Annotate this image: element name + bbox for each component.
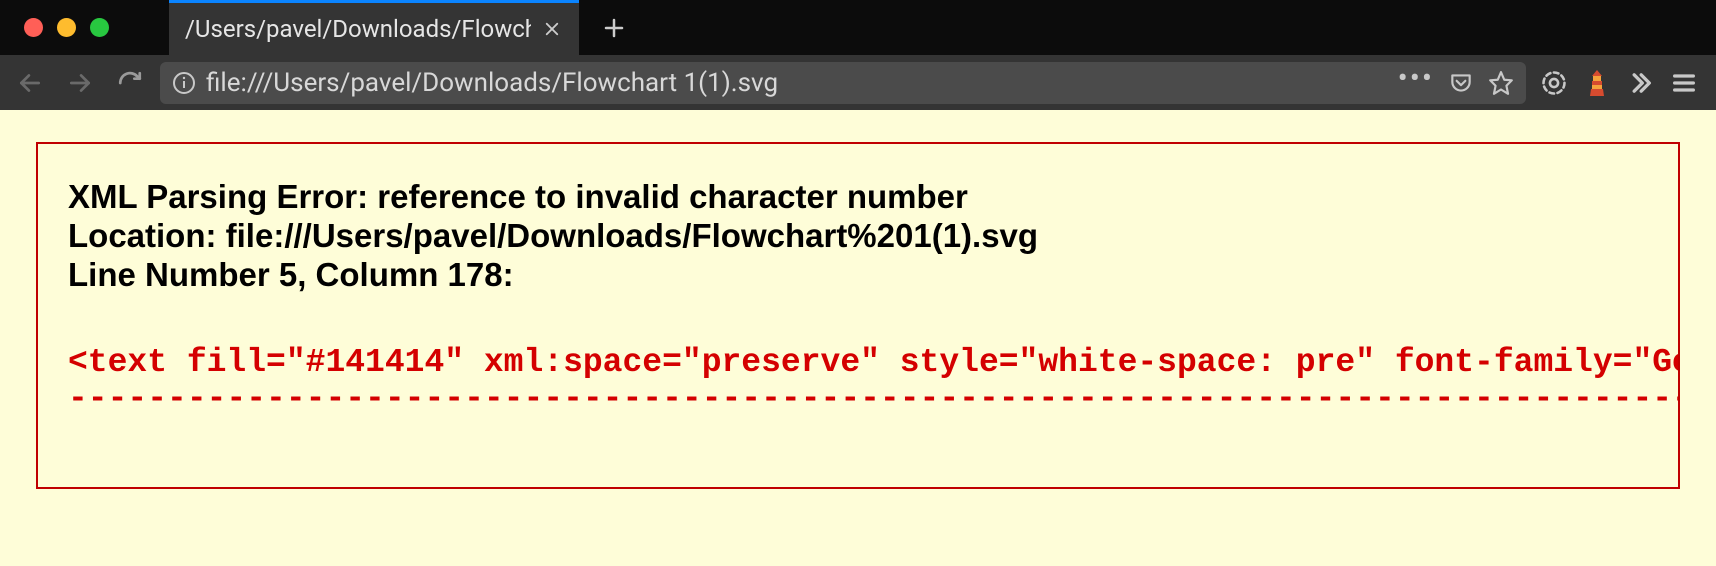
back-button[interactable] — [10, 63, 50, 103]
toolbar-right — [1536, 68, 1706, 98]
error-line-2: Location: file:///Users/pavel/Downloads/… — [68, 217, 1038, 254]
app-menu-icon[interactable] — [1670, 69, 1698, 97]
new-tab-button[interactable] — [597, 11, 631, 45]
site-info-icon[interactable] — [172, 71, 196, 95]
toolbar: file:///Users/pavel/Downloads/Flowchart … — [0, 55, 1716, 110]
error-code-line: <text fill="#141414" xml:space="preserve… — [68, 344, 1680, 381]
error-heading: XML Parsing Error: reference to invalid … — [68, 178, 1648, 295]
overflow-chevron-icon[interactable] — [1626, 69, 1654, 97]
page-content: XML Parsing Error: reference to invalid … — [0, 110, 1716, 489]
titlebar: /Users/pavel/Downloads/Flowchart% — [0, 0, 1716, 55]
pocket-icon[interactable] — [1448, 70, 1474, 96]
browser-tab[interactable]: /Users/pavel/Downloads/Flowchart% — [169, 0, 579, 55]
close-window-button[interactable] — [24, 18, 43, 37]
extension-lighthouse-icon[interactable] — [1584, 68, 1610, 98]
minimize-window-button[interactable] — [57, 18, 76, 37]
bookmark-star-icon[interactable] — [1488, 70, 1514, 96]
error-line-3: Line Number 5, Column 178: — [68, 256, 514, 293]
url-bar[interactable]: file:///Users/pavel/Downloads/Flowchart … — [160, 62, 1526, 104]
extension-ublock-icon[interactable] — [1540, 69, 1568, 97]
window-controls — [0, 18, 109, 37]
url-actions: ••• — [1398, 70, 1514, 96]
tab-title: /Users/pavel/Downloads/Flowchart% — [185, 15, 531, 43]
error-line-1: XML Parsing Error: reference to invalid … — [68, 178, 968, 215]
forward-button[interactable] — [60, 63, 100, 103]
error-dash-line: ----------------------------------------… — [68, 380, 1680, 417]
maximize-window-button[interactable] — [90, 18, 109, 37]
reload-button[interactable] — [110, 63, 150, 103]
xml-error-box: XML Parsing Error: reference to invalid … — [36, 142, 1680, 489]
error-source: <text fill="#141414" xml:space="preserve… — [68, 345, 1648, 418]
url-text: file:///Users/pavel/Downloads/Flowchart … — [206, 68, 1388, 98]
close-tab-button[interactable] — [541, 18, 563, 40]
